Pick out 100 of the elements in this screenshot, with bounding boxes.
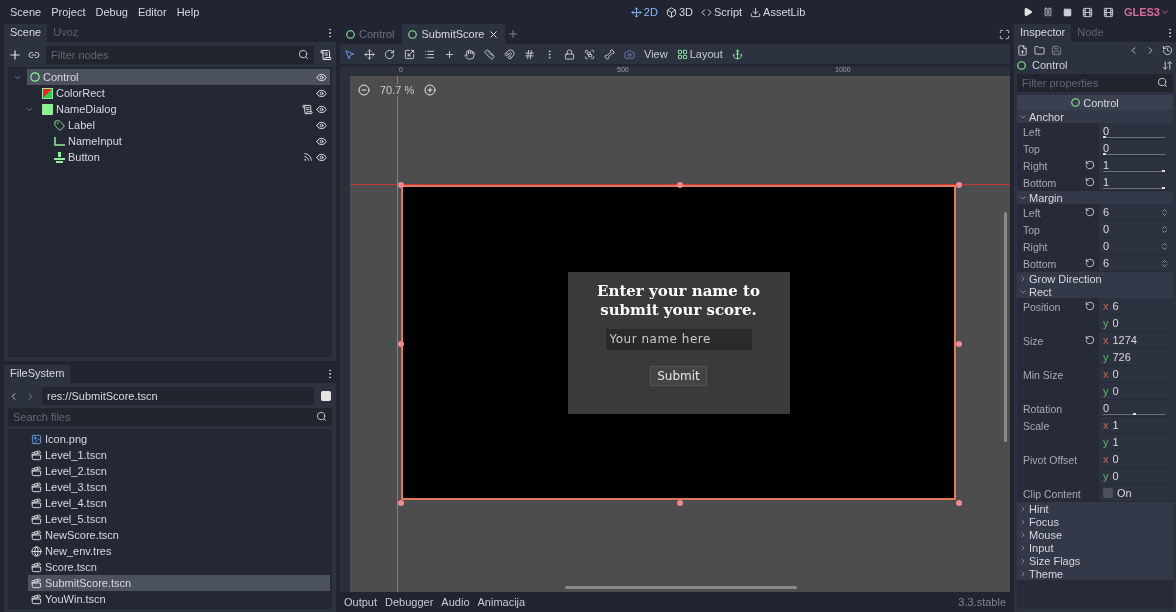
dock-tab[interactable]: Scene bbox=[4, 24, 48, 42]
file-item[interactable]: SubmitScore.tscn bbox=[28, 575, 330, 591]
file-item[interactable]: Level_4.tscn bbox=[28, 495, 330, 511]
menu-item[interactable]: Debug bbox=[91, 4, 132, 20]
bottom-tab[interactable]: Output bbox=[344, 596, 378, 608]
resize-handle[interactable] bbox=[677, 182, 683, 188]
slider-field[interactable]: 0 bbox=[1099, 140, 1173, 156]
name-input[interactable]: Your name here bbox=[605, 328, 752, 350]
layout-menu[interactable]: Layout bbox=[676, 48, 723, 60]
filter-field[interactable]: Filter nodes bbox=[46, 46, 314, 64]
spin-field[interactable]: 6 bbox=[1099, 204, 1173, 220]
spin-field[interactable]: 0 bbox=[1099, 238, 1173, 254]
workspace-tab[interactable]: 3D bbox=[665, 6, 693, 18]
resize-handle[interactable] bbox=[677, 500, 683, 506]
dock-tab[interactable]: FileSystem bbox=[4, 365, 71, 383]
axis-label: x bbox=[1103, 368, 1109, 380]
section-header[interactable]: Rect bbox=[1017, 285, 1173, 298]
path-field[interactable]: res://SubmitScore.tscn bbox=[42, 387, 314, 405]
menu-item[interactable]: Scene bbox=[6, 4, 46, 20]
document-tab[interactable]: SubmitScore bbox=[402, 24, 506, 44]
workspace-tab[interactable]: Script bbox=[701, 6, 743, 18]
vector-field[interactable]: x 6 bbox=[1099, 298, 1173, 314]
file-item[interactable]: YouWin.tscn bbox=[28, 591, 330, 607]
pause-icon bbox=[1042, 7, 1053, 17]
tree-node[interactable]: Control bbox=[27, 69, 330, 85]
new-file-icon bbox=[1017, 45, 1028, 56]
spin-field[interactable]: 6 bbox=[1099, 255, 1173, 271]
tree-node[interactable]: Button bbox=[51, 149, 330, 165]
file-item[interactable]: Level_5.tscn bbox=[28, 511, 330, 527]
field-value: 6 bbox=[1112, 300, 1119, 312]
canvas-viewport[interactable]: Enter your name to submit your score. Your name here Submit 70.7 % bbox=[340, 76, 1010, 592]
tree-node[interactable]: NameInput bbox=[51, 133, 330, 149]
vector-field[interactable]: y 0 bbox=[1099, 468, 1173, 484]
section-header[interactable]: Grow Direction bbox=[1017, 272, 1173, 285]
scrollbar[interactable] bbox=[1004, 212, 1007, 442]
section-header[interactable]: Theme bbox=[1017, 567, 1173, 580]
resize-handle[interactable] bbox=[956, 500, 962, 506]
section-header[interactable]: Margin bbox=[1017, 191, 1173, 204]
section-header[interactable]: Input bbox=[1017, 541, 1173, 554]
vector-field[interactable]: y 1 bbox=[1099, 434, 1173, 450]
resize-handle[interactable] bbox=[398, 182, 404, 188]
vector-field[interactable]: y 726 bbox=[1099, 349, 1173, 365]
group-icon bbox=[584, 48, 595, 60]
slider-value: 1 bbox=[1103, 176, 1110, 188]
vector-field[interactable]: x 1274 bbox=[1099, 332, 1173, 348]
slider-field[interactable]: 0 bbox=[1099, 123, 1173, 139]
property-label: Top bbox=[1022, 142, 1041, 157]
eye-icon bbox=[316, 103, 327, 115]
slider-field[interactable]: 1 bbox=[1099, 157, 1173, 173]
menu-item[interactable]: Project bbox=[47, 4, 90, 20]
tree-node[interactable]: ColorRect bbox=[39, 85, 330, 101]
search-field[interactable]: Search files bbox=[8, 408, 332, 426]
zoom-out-icon bbox=[358, 84, 370, 96]
section-header[interactable]: Size Flags bbox=[1017, 554, 1173, 567]
bottom-tab[interactable]: Animacija bbox=[477, 596, 526, 608]
axis-label: x bbox=[1103, 300, 1109, 312]
file-item[interactable]: Score.tscn bbox=[28, 559, 330, 575]
file-item[interactable]: NewScore.tscn bbox=[28, 527, 330, 543]
tree-node[interactable]: NameDialog bbox=[39, 101, 330, 117]
bottom-tab[interactable]: Audio bbox=[441, 596, 470, 608]
spin-field[interactable]: 0 bbox=[1099, 221, 1173, 237]
section-header[interactable]: Hint bbox=[1017, 502, 1173, 515]
section-header[interactable]: Mouse bbox=[1017, 528, 1173, 541]
magnet-icon bbox=[504, 48, 515, 60]
workspace-tab[interactable]: AssetLib bbox=[750, 6, 806, 18]
menu-item[interactable]: Help bbox=[172, 4, 204, 20]
file-item[interactable]: New_env.tres bbox=[28, 543, 330, 559]
vector-field[interactable]: x 1 bbox=[1099, 417, 1173, 433]
filter-field[interactable]: Filter properties bbox=[1017, 74, 1173, 92]
ruler-icon bbox=[484, 48, 495, 60]
bottom-tab[interactable]: Debugger bbox=[385, 596, 434, 608]
vector-field[interactable]: y 0 bbox=[1099, 315, 1173, 331]
file-item[interactable]: Icon.png bbox=[28, 431, 330, 447]
slider-field[interactable]: 1 bbox=[1099, 174, 1173, 190]
vector-field[interactable]: y 0 bbox=[1099, 383, 1173, 399]
dock-tab[interactable]: Inspector bbox=[1014, 24, 1072, 42]
resize-handle[interactable] bbox=[398, 500, 404, 506]
resize-handle[interactable] bbox=[956, 182, 962, 188]
vector-field[interactable]: x 0 bbox=[1099, 366, 1173, 382]
checkbox[interactable]: On bbox=[1099, 485, 1173, 501]
section-header[interactable]: Focus bbox=[1017, 515, 1173, 528]
tree-node[interactable]: Label bbox=[51, 117, 330, 133]
menu-item[interactable]: Editor bbox=[133, 4, 171, 20]
slider-field[interactable]: 0 bbox=[1099, 400, 1173, 416]
renderer-menu[interactable]: GLES3 bbox=[1123, 6, 1170, 18]
resize-handle[interactable] bbox=[398, 341, 404, 347]
field-value: 726 bbox=[1112, 351, 1131, 363]
pan-hand-icon bbox=[464, 48, 475, 60]
spin-arrows-icon bbox=[1160, 224, 1169, 234]
property-label: Pivot Offset bbox=[1022, 453, 1079, 468]
resize-handle[interactable] bbox=[956, 341, 962, 347]
file-item[interactable]: Level_1.tscn bbox=[28, 447, 330, 463]
workspace-tab[interactable]: 2D bbox=[630, 6, 658, 18]
scrollbar[interactable] bbox=[565, 586, 797, 589]
section-header[interactable]: Anchor bbox=[1017, 110, 1173, 123]
submit-button[interactable]: Submit bbox=[650, 365, 707, 386]
vector-field[interactable]: x 0 bbox=[1099, 451, 1173, 467]
file-item[interactable]: Level_2.tscn bbox=[28, 463, 330, 479]
view-menu[interactable]: View bbox=[644, 48, 668, 60]
file-item[interactable]: Level_3.tscn bbox=[28, 479, 330, 495]
